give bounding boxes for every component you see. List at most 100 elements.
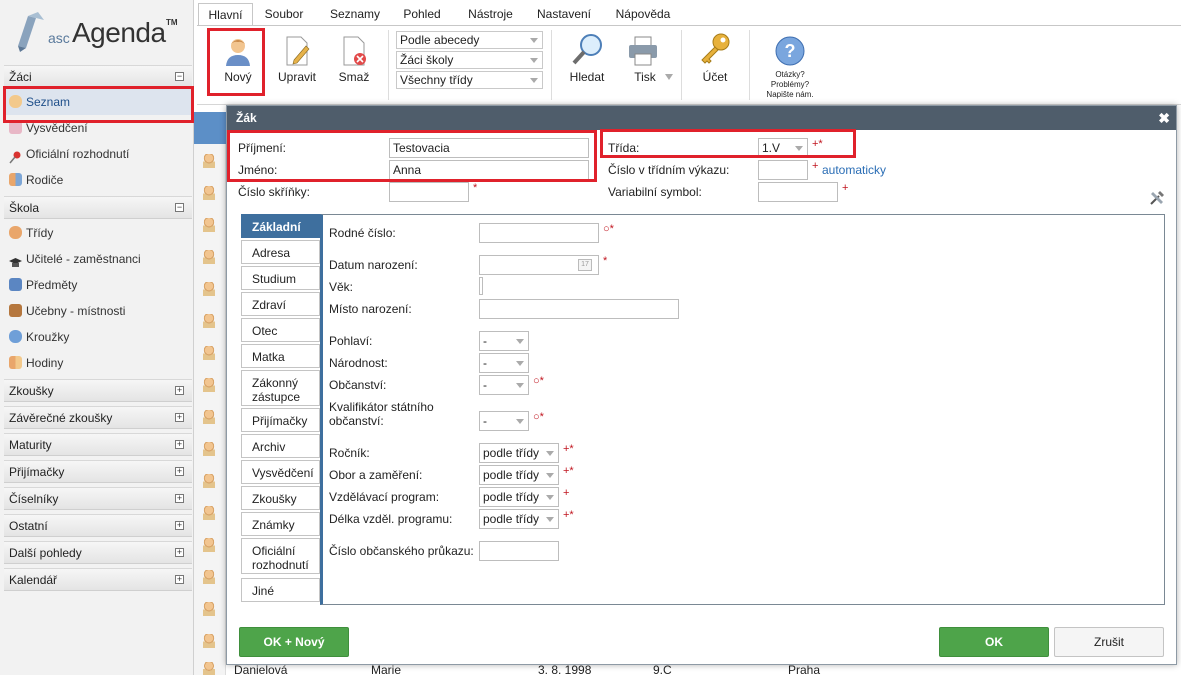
section-zkousky[interactable]: Zkoušky + xyxy=(4,379,192,402)
sidebar-item-hodiny[interactable]: Hodiny xyxy=(4,350,192,376)
program-length-select[interactable]: podle třídy xyxy=(479,509,559,529)
chevron-down-icon xyxy=(795,146,803,151)
student-icon xyxy=(203,410,215,424)
key-icon xyxy=(701,33,730,64)
section-prijimacky[interactable]: Přijímačky + xyxy=(4,460,192,483)
expand-icon[interactable]: + xyxy=(175,440,184,449)
sidebar-item-tridy[interactable]: Třídy xyxy=(4,220,192,246)
register-number-input[interactable] xyxy=(758,160,808,180)
section-dalsi-pohledy[interactable]: Další pohledy + xyxy=(4,541,192,564)
birthplace-input[interactable] xyxy=(479,299,679,319)
expand-icon[interactable]: + xyxy=(175,548,184,557)
class-filter-select[interactable]: Všechny třídy xyxy=(396,71,543,89)
expand-icon[interactable]: + xyxy=(175,413,184,422)
tools-icon[interactable] xyxy=(1149,190,1165,206)
grade-select[interactable]: podle třídy xyxy=(479,443,559,463)
section-zaci[interactable]: Žáci − xyxy=(4,65,192,88)
section-ostatni[interactable]: Ostatní + xyxy=(4,514,192,537)
delete-button[interactable]: Smaž xyxy=(329,26,379,104)
section-zaverecne-zkousky[interactable]: Závěrečné zkoušky + xyxy=(4,406,192,429)
section-skola[interactable]: Škola − xyxy=(4,196,192,219)
tab-hlavni[interactable]: Hlavní xyxy=(198,3,253,25)
expand-icon[interactable]: + xyxy=(175,575,184,584)
tab-otec[interactable]: Otec xyxy=(241,318,320,342)
tab-archiv[interactable]: Archiv xyxy=(241,434,320,458)
sort-select[interactable]: Podle abecedy xyxy=(396,31,543,49)
expand-icon[interactable]: + xyxy=(175,521,184,530)
gender-select[interactable]: - xyxy=(479,331,529,351)
section-kalendar[interactable]: Kalendář + xyxy=(4,568,192,591)
tab-zakonny-zastupce[interactable]: Zákonný zástupce xyxy=(241,370,320,406)
calendar-icon[interactable]: 17 xyxy=(578,259,592,271)
tab-zdravi[interactable]: Zdraví xyxy=(241,292,320,316)
tab-soubor[interactable]: Soubor xyxy=(259,3,309,25)
firstname-input[interactable]: Anna xyxy=(389,160,589,180)
new-button[interactable]: Nový xyxy=(211,26,265,104)
tab-zkousky[interactable]: Zkoušky xyxy=(241,486,320,510)
sidebar-item-rodice[interactable]: Rodiče xyxy=(4,167,192,193)
tab-zakladni[interactable]: Základní xyxy=(241,214,321,238)
tab-vysvedceni[interactable]: Vysvědčení xyxy=(241,460,320,484)
students-filter-select[interactable]: Žáci školy xyxy=(396,51,543,69)
tab-jine[interactable]: Jiné xyxy=(241,578,320,602)
nationality-select[interactable]: - xyxy=(479,353,529,373)
search-button[interactable]: Hledat xyxy=(561,26,613,104)
section-maturity[interactable]: Maturity + xyxy=(4,433,192,456)
tab-nastaveni[interactable]: Nastavení xyxy=(533,3,595,25)
program-length-select-value: podle třídy xyxy=(483,512,540,526)
age-value xyxy=(479,277,483,295)
ok-button[interactable]: OK xyxy=(939,627,1049,657)
tab-znamky[interactable]: Známky xyxy=(241,512,320,536)
sidebar-item-vysvedceni[interactable]: Vysvědčení xyxy=(4,115,192,141)
expand-icon[interactable]: + xyxy=(175,467,184,476)
delete-icon xyxy=(343,36,366,66)
logo-tm: TM xyxy=(166,18,178,27)
surname-input[interactable]: Testovacia xyxy=(389,138,589,158)
class-select[interactable]: 1.V xyxy=(758,138,808,158)
tab-prijimacky[interactable]: Přijímačky xyxy=(241,408,320,432)
tab-studium[interactable]: Studium xyxy=(241,266,320,290)
chevron-down-icon[interactable] xyxy=(665,74,673,80)
cancel-button[interactable]: Zrušit xyxy=(1054,627,1164,657)
expand-icon[interactable]: + xyxy=(175,386,184,395)
close-icon[interactable]: ✖ xyxy=(1158,109,1170,127)
locker-input[interactable] xyxy=(389,182,469,202)
sidebar-item-seznam[interactable]: Seznam xyxy=(4,89,192,115)
tab-pohled[interactable]: Pohled xyxy=(397,3,447,25)
tab-matka[interactable]: Matka xyxy=(241,344,320,368)
citizenship-select[interactable]: - xyxy=(479,375,529,395)
birth-date-input[interactable]: 17 xyxy=(479,255,599,275)
sidebar-item-oficialni-rozhodnuti[interactable]: Oficiální rozhodnutí xyxy=(4,141,192,167)
grid-row-icons xyxy=(194,144,226,675)
help-button[interactable]: ? Otázky? Problémy? Napište nám. xyxy=(757,26,823,104)
variable-symbol-input[interactable] xyxy=(758,182,838,202)
collapse-icon[interactable]: − xyxy=(175,72,184,81)
id-card-label: Číslo občanského průkazu: xyxy=(329,544,474,558)
account-button[interactable]: Účet xyxy=(693,26,737,104)
automatic-link[interactable]: automaticky xyxy=(822,162,886,178)
sidebar-item-krouzky[interactable]: Kroužky xyxy=(4,324,192,350)
tab-napoveda[interactable]: Nápověda xyxy=(611,3,675,25)
chevron-down-icon xyxy=(516,339,524,344)
tab-nastroje[interactable]: Nástroje xyxy=(463,3,518,25)
age-label: Věk: xyxy=(329,280,354,294)
ok-new-button[interactable]: OK + Nový xyxy=(239,627,349,657)
birth-number-input[interactable] xyxy=(479,223,599,243)
section-ciselniky[interactable]: Číselníky + xyxy=(4,487,192,510)
sidebar-item-predmety[interactable]: Předměty xyxy=(4,272,192,298)
expand-icon[interactable]: + xyxy=(175,494,184,503)
citizenship-qualifier-select[interactable]: - xyxy=(479,411,529,431)
field-select[interactable]: podle třídy xyxy=(479,465,559,485)
print-button[interactable]: Tisk xyxy=(621,26,677,104)
tab-seznamy[interactable]: Seznamy xyxy=(325,3,385,25)
tab-adresa[interactable]: Adresa xyxy=(241,240,320,264)
sidebar-item-ucitele[interactable]: Učitelé - zaměstnanci xyxy=(4,246,192,272)
id-card-input[interactable] xyxy=(479,541,559,561)
register-number-label: Číslo v třídním výkazu: xyxy=(608,163,730,177)
edit-button[interactable]: Upravit xyxy=(269,26,325,104)
tab-oficialni-rozhodnuti[interactable]: Oficiální rozhodnutí xyxy=(241,538,320,574)
collapse-icon[interactable]: − xyxy=(175,203,184,212)
required-mark: +* xyxy=(563,443,574,455)
sidebar-item-ucebny[interactable]: Učebny - místnosti xyxy=(4,298,192,324)
edu-program-select[interactable]: podle třídy xyxy=(479,487,559,507)
